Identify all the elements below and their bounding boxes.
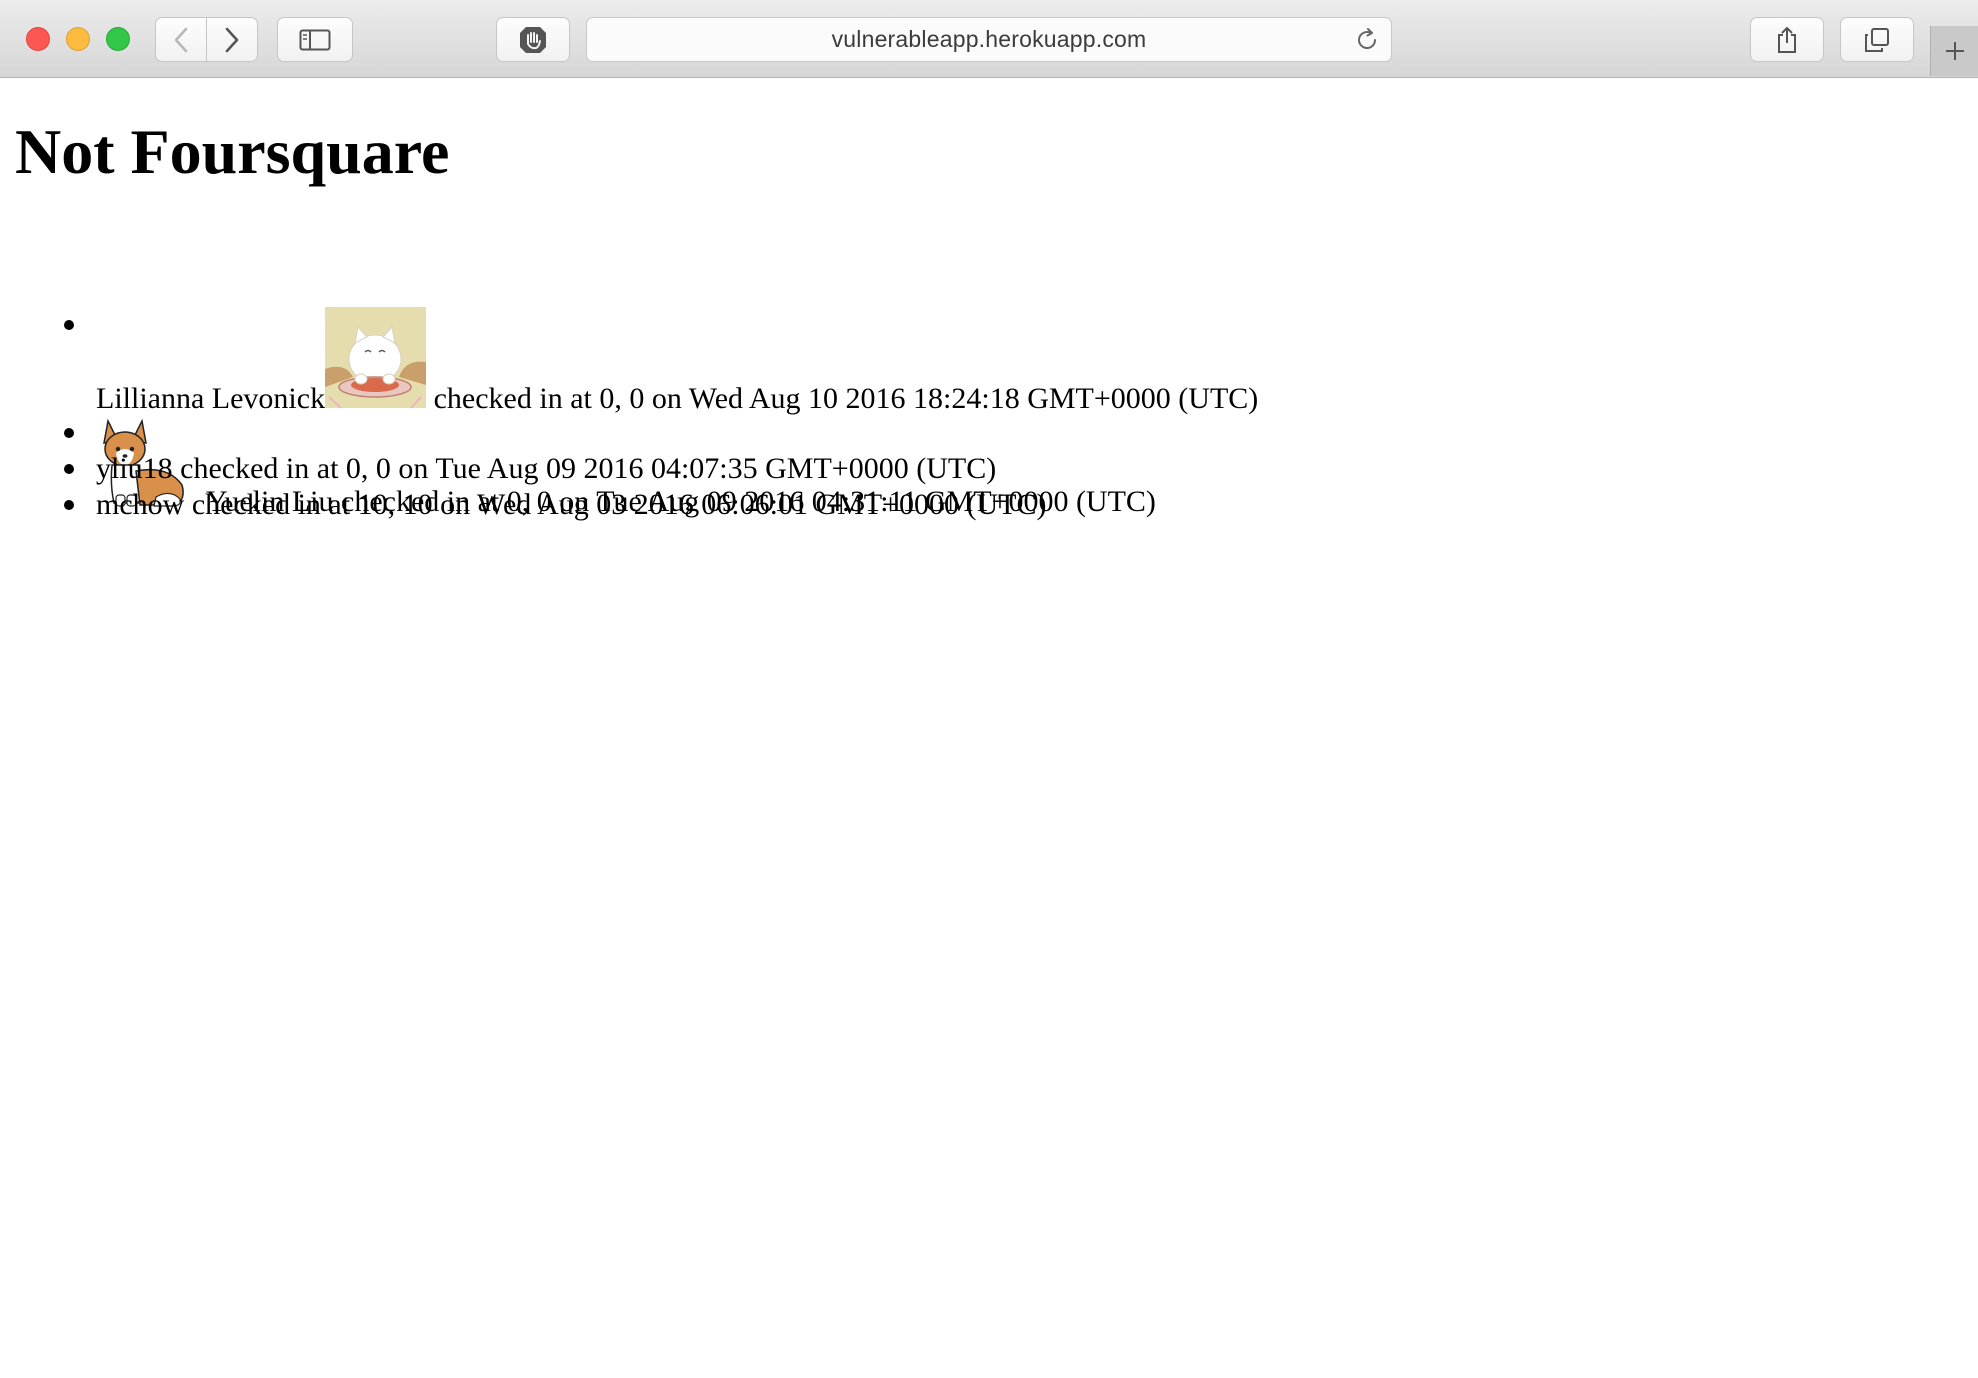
list-bullet <box>64 500 74 510</box>
list-item: Yuelin Liu checked in at 0, 0 on Tue Aug… <box>0 343 1978 518</box>
zoom-window-button[interactable] <box>106 27 130 51</box>
checkin-user-name: mchow <box>96 488 185 521</box>
navigation-buttons <box>155 17 259 62</box>
list-item: mchow checked in at 10, 10 on Wed Aug 03… <box>0 487 1978 523</box>
checkin-user-name: yliu18 <box>96 452 173 485</box>
back-button[interactable] <box>155 17 207 62</box>
content-blocker-button[interactable] <box>496 17 570 62</box>
share-icon <box>1778 26 1796 53</box>
tabs-overview-icon <box>1865 27 1889 52</box>
sidebar-toggle-button[interactable] <box>277 17 353 62</box>
minimize-window-button[interactable] <box>66 27 90 51</box>
checkin-list: Lillianna Levonick checked in at 0, 0 on… <box>0 235 1978 523</box>
page-title: Not Foursquare <box>15 116 450 187</box>
plus-icon <box>1945 42 1964 60</box>
browser-toolbar: vulnerableapp.herokuapp.com <box>0 0 1978 78</box>
address-bar[interactable]: vulnerableapp.herokuapp.com <box>586 17 1392 62</box>
close-window-button[interactable] <box>26 27 50 51</box>
share-button[interactable] <box>1750 17 1824 62</box>
reload-button[interactable] <box>1355 28 1379 57</box>
url-text: vulnerableapp.herokuapp.com <box>831 26 1147 52</box>
show-all-tabs-button[interactable] <box>1840 17 1914 62</box>
chevron-left-icon <box>174 27 188 52</box>
web-page: Not Foursquare Lillianna Levonick checke… <box>0 79 1978 1378</box>
checkin-details: checked in at 0, 0 on Tue Aug 09 2016 04… <box>172 452 997 485</box>
list-bullet <box>64 464 74 474</box>
list-bullet <box>64 428 74 438</box>
list-bullet <box>64 320 74 330</box>
checkin-details: checked in at 10, 10 on Wed Aug 03 2016 … <box>184 488 1047 521</box>
hand-stop-icon <box>520 26 546 53</box>
list-item: Lillianna Levonick checked in at 0, 0 on… <box>0 235 1978 415</box>
new-tab-button[interactable] <box>1930 26 1978 76</box>
sidebar-icon <box>299 29 331 50</box>
reload-icon <box>1358 28 1376 49</box>
list-item: yliu18 checked in at 0, 0 on Tue Aug 09 … <box>0 451 1978 487</box>
forward-button[interactable] <box>206 17 258 62</box>
chevron-right-icon <box>225 27 239 52</box>
